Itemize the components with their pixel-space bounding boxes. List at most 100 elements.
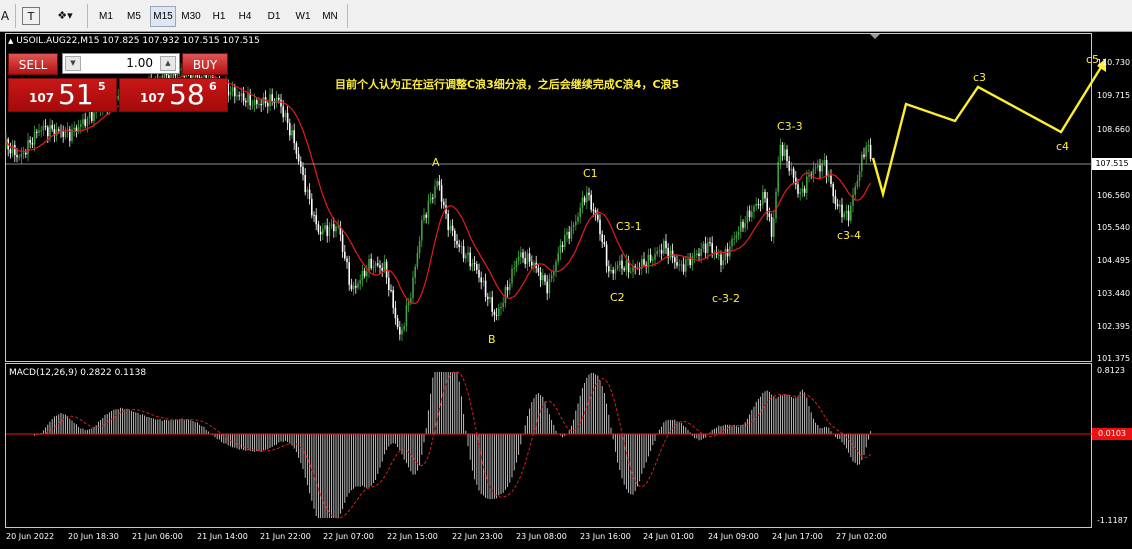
candle-body [744, 222, 746, 228]
price-axis-label: 104.495 [1097, 256, 1131, 265]
macd-axis-top: 0.8123 [1097, 366, 1125, 375]
sell-price-main: 51 [58, 78, 94, 111]
candle-body [608, 266, 610, 272]
candle-body [502, 303, 504, 308]
candle-body [258, 104, 260, 106]
lot-size-input[interactable]: ▼ 1.00 ▲ [62, 53, 180, 74]
buy-button[interactable]: BUY [182, 53, 228, 75]
candle-body [559, 244, 562, 254]
candle-body [689, 259, 691, 266]
candle-body [322, 229, 324, 235]
candle-body [722, 260, 724, 266]
candle-body [854, 186, 856, 195]
sell-price-box[interactable]: 107 51 5 [8, 78, 117, 112]
candle-body [537, 268, 540, 273]
macd-header: MACD(12,26,9) 0.2822 0.1138 [9, 368, 147, 378]
candle-body [421, 220, 423, 241]
buy-price-main: 58 [169, 78, 205, 111]
candle-body [528, 253, 531, 262]
time-axis-label: 23 Jun 08:00 [516, 532, 567, 541]
candle-body [286, 112, 289, 124]
candle-body [792, 168, 795, 178]
candle-body [368, 258, 370, 272]
candle-body [454, 230, 456, 241]
candle-body [22, 152, 25, 154]
candle-body [649, 254, 652, 261]
candle-body [718, 254, 720, 256]
candle-body [863, 154, 865, 157]
candle-body [843, 213, 845, 218]
wave-label-c3-3: C3-3 [777, 120, 803, 133]
candle-body [18, 156, 20, 158]
candle-body [51, 125, 53, 129]
candle-body [764, 191, 766, 199]
candle-body [570, 226, 573, 239]
candle-body [566, 231, 568, 236]
candle-body [291, 130, 293, 136]
candle-body [282, 106, 284, 118]
candle-body [788, 161, 790, 171]
candle-body [451, 225, 454, 231]
chart-shift-icon[interactable] [870, 34, 880, 39]
candle-body [245, 100, 247, 103]
candle-body [861, 154, 863, 172]
candle-body [370, 258, 372, 269]
lot-increase-icon[interactable]: ▲ [160, 56, 176, 71]
candle-body [236, 95, 238, 97]
candle-body [577, 216, 579, 222]
candle-body [753, 206, 755, 212]
candle-body [731, 238, 733, 247]
candle-body [324, 225, 326, 230]
candle-body [832, 184, 834, 197]
candle-body [678, 264, 680, 266]
lot-size-value[interactable]: 1.00 [83, 55, 153, 72]
candle-body [691, 256, 694, 266]
candle-body [531, 261, 533, 266]
candle-body [748, 210, 751, 218]
candle-body [14, 144, 16, 156]
candle-body [302, 166, 304, 176]
collapse-arrow-icon[interactable]: ▲ [8, 37, 13, 45]
lot-decrease-icon[interactable]: ▼ [65, 56, 81, 71]
candle-body [524, 258, 526, 265]
candle-body [693, 255, 696, 257]
candle-body [284, 112, 287, 118]
candle-body [465, 255, 467, 259]
candle-body [755, 203, 757, 207]
candle-body [564, 235, 566, 248]
wave-label-c2: C2 [610, 291, 625, 304]
candle-body [36, 131, 38, 133]
candle-body [25, 152, 27, 155]
candle-body [478, 269, 480, 278]
candle-body [423, 214, 425, 221]
candle-body [471, 263, 474, 267]
candle-body [669, 250, 672, 258]
candle-body [482, 280, 485, 283]
candle-body [414, 266, 416, 278]
candle-body [330, 224, 333, 227]
candle-body [438, 181, 441, 186]
candle-body [751, 211, 753, 218]
candle-body [29, 140, 31, 144]
candle-body [775, 191, 777, 219]
candle-body [484, 280, 487, 297]
sell-button[interactable]: SELL [8, 53, 58, 75]
candle-body [469, 252, 471, 267]
price-axis-label: 109.715 [1097, 91, 1131, 100]
macd-histogram [34, 372, 872, 518]
candle-body [392, 290, 394, 308]
candle-body [660, 250, 663, 254]
price-axis-label: 102.395 [1097, 322, 1131, 331]
candle-body [674, 257, 676, 263]
candle-body [682, 264, 685, 272]
candle-body [416, 252, 419, 267]
candle-body [583, 197, 586, 203]
candle-body [434, 186, 436, 198]
candle-body [427, 200, 430, 218]
candle-body [405, 305, 408, 326]
candle-body [575, 221, 577, 225]
candle-body [841, 204, 843, 218]
candle-body [335, 226, 337, 232]
candle-body [515, 260, 518, 268]
buy-price-box[interactable]: 107 58 6 [119, 78, 228, 112]
